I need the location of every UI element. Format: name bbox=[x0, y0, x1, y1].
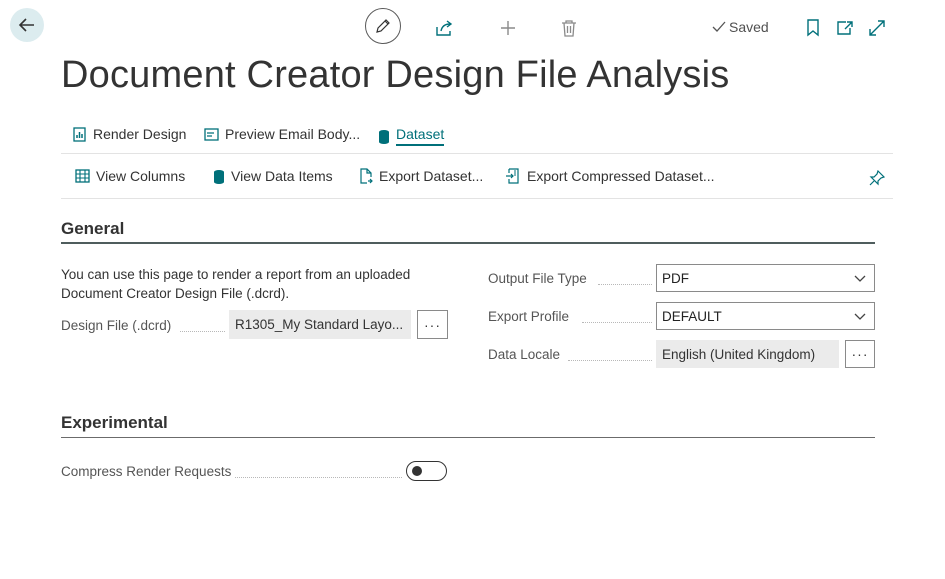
chevron-down-icon bbox=[854, 275, 866, 282]
field-leader-dots bbox=[598, 284, 652, 285]
section-divider-experimental bbox=[61, 437, 875, 438]
edit-button[interactable] bbox=[365, 8, 401, 44]
data-locale-value: English (United Kingdom) bbox=[656, 340, 839, 368]
export-profile-label: Export Profile bbox=[488, 309, 570, 324]
view-columns-button[interactable]: View Columns bbox=[75, 168, 185, 184]
export-compressed-icon bbox=[506, 168, 519, 184]
chevron-down-icon bbox=[854, 313, 866, 320]
export-file-icon bbox=[360, 168, 373, 184]
arrow-left-icon bbox=[18, 18, 34, 32]
checkmark-icon bbox=[712, 21, 726, 32]
pin-icon bbox=[869, 170, 885, 186]
section-title-general: General bbox=[61, 219, 125, 238]
general-description: You can use this page to render a report… bbox=[61, 267, 411, 301]
compress-render-requests-label: Compress Render Requests bbox=[61, 464, 232, 479]
saved-label: Saved bbox=[729, 19, 769, 35]
expand-icon bbox=[869, 20, 885, 36]
toggle-knob bbox=[412, 466, 422, 476]
email-preview-icon bbox=[204, 127, 219, 141]
columns-icon bbox=[75, 169, 90, 183]
export-profile-select[interactable]: DEFAULT bbox=[656, 302, 875, 330]
trash-icon bbox=[562, 20, 576, 37]
new-button[interactable] bbox=[497, 17, 519, 39]
design-file-value: R1305_My Standard Layo... bbox=[229, 310, 411, 339]
pencil-icon bbox=[376, 19, 390, 33]
field-leader-dots bbox=[180, 331, 225, 332]
database-icon bbox=[214, 169, 224, 184]
share-button[interactable] bbox=[434, 17, 456, 39]
expand-button[interactable] bbox=[866, 17, 888, 39]
output-file-type-value: PDF bbox=[662, 270, 689, 286]
saved-status: Saved bbox=[712, 19, 769, 35]
field-leader-dots bbox=[568, 360, 652, 361]
plus-icon bbox=[501, 21, 515, 35]
tab-label: Preview Email Body... bbox=[225, 126, 361, 142]
tab-preview-email-body[interactable]: Preview Email Body... bbox=[204, 126, 360, 142]
section-divider-general bbox=[61, 242, 875, 244]
report-icon bbox=[73, 126, 86, 142]
action-label: Export Dataset... bbox=[379, 168, 484, 184]
open-new-window-button[interactable] bbox=[834, 17, 856, 39]
section-title-experimental: Experimental bbox=[61, 413, 168, 432]
database-icon bbox=[379, 129, 389, 144]
bookmark-button[interactable] bbox=[802, 17, 824, 39]
design-file-label: Design File (.dcrd) bbox=[61, 318, 172, 333]
compress-render-requests-toggle[interactable] bbox=[406, 461, 447, 481]
action-label: View Columns bbox=[96, 168, 186, 184]
share-icon bbox=[436, 20, 453, 36]
actions-divider bbox=[61, 198, 893, 199]
tab-label: Render Design bbox=[93, 126, 187, 142]
data-locale-lookup-button[interactable]: ··· bbox=[845, 340, 875, 368]
export-compressed-dataset-button[interactable]: Export Compressed Dataset... bbox=[505, 168, 715, 184]
bookmark-icon bbox=[807, 19, 819, 37]
export-profile-value: DEFAULT bbox=[662, 308, 722, 324]
view-data-items-button[interactable]: View Data Items bbox=[213, 168, 333, 184]
tab-render-design[interactable]: Render Design bbox=[73, 126, 186, 142]
page-title: Document Creator Design File Analysis bbox=[61, 54, 730, 96]
delete-button[interactable] bbox=[558, 17, 580, 39]
tab-label: Dataset bbox=[396, 126, 445, 146]
output-file-type-label: Output File Type bbox=[488, 271, 587, 286]
back-button[interactable] bbox=[10, 8, 44, 42]
open-in-new-window-icon bbox=[837, 21, 853, 35]
tabs-divider bbox=[61, 153, 893, 154]
export-dataset-button[interactable]: Export Dataset... bbox=[359, 168, 483, 184]
action-label: Export Compressed Dataset... bbox=[527, 168, 715, 184]
output-file-type-select[interactable]: PDF bbox=[656, 264, 875, 292]
design-file-lookup-button[interactable]: ··· bbox=[417, 310, 448, 339]
field-leader-dots bbox=[235, 477, 402, 478]
action-label: View Data Items bbox=[231, 168, 333, 184]
field-leader-dots bbox=[582, 322, 652, 323]
pin-actions-button[interactable] bbox=[866, 167, 888, 189]
tab-dataset[interactable]: Dataset bbox=[378, 126, 445, 146]
data-locale-label: Data Locale bbox=[488, 347, 561, 362]
